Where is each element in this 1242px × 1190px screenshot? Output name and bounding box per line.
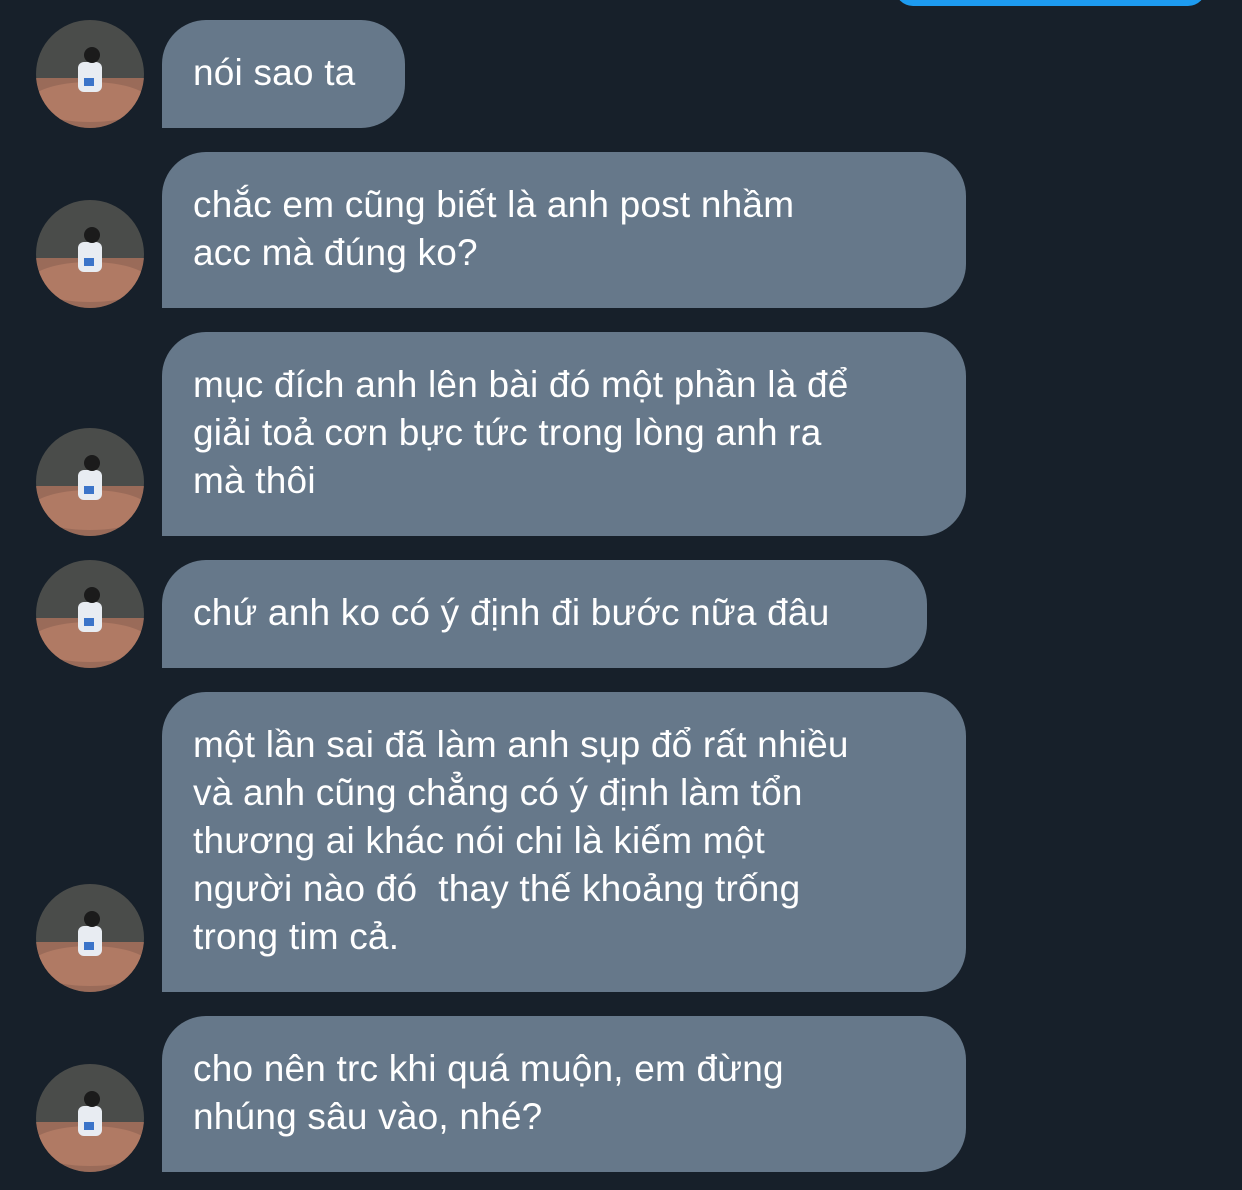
avatar[interactable]	[36, 560, 144, 668]
message-bubble[interactable]: chứ anh ko có ý định đi bước nữa đâu	[162, 560, 927, 668]
sent-message-bubble-partial[interactable]	[895, 0, 1206, 6]
chat-thread: nói sao ta chắc em cũng biết là anh post…	[0, 0, 1242, 1190]
avatar[interactable]	[36, 200, 144, 308]
avatar-photo-icon	[36, 20, 144, 128]
avatar[interactable]	[36, 1064, 144, 1172]
avatar-photo-icon	[36, 1064, 144, 1172]
message-bubble[interactable]: một lần sai đã làm anh sụp đổ rất nhiều …	[162, 692, 966, 992]
message-bubble[interactable]: chắc em cũng biết là anh post nhầm acc m…	[162, 152, 966, 308]
message-bubble[interactable]: cho nên trc khi quá muộn, em đừng nhúng …	[162, 1016, 966, 1172]
avatar-photo-icon	[36, 200, 144, 308]
avatar-photo-icon	[36, 428, 144, 536]
avatar[interactable]	[36, 20, 144, 128]
message-bubble[interactable]: mục đích anh lên bài đó một phần là để g…	[162, 332, 966, 536]
avatar[interactable]	[36, 884, 144, 992]
message-bubble[interactable]: nói sao ta	[162, 20, 405, 128]
avatar-photo-icon	[36, 884, 144, 992]
avatar-photo-icon	[36, 560, 144, 668]
avatar[interactable]	[36, 428, 144, 536]
